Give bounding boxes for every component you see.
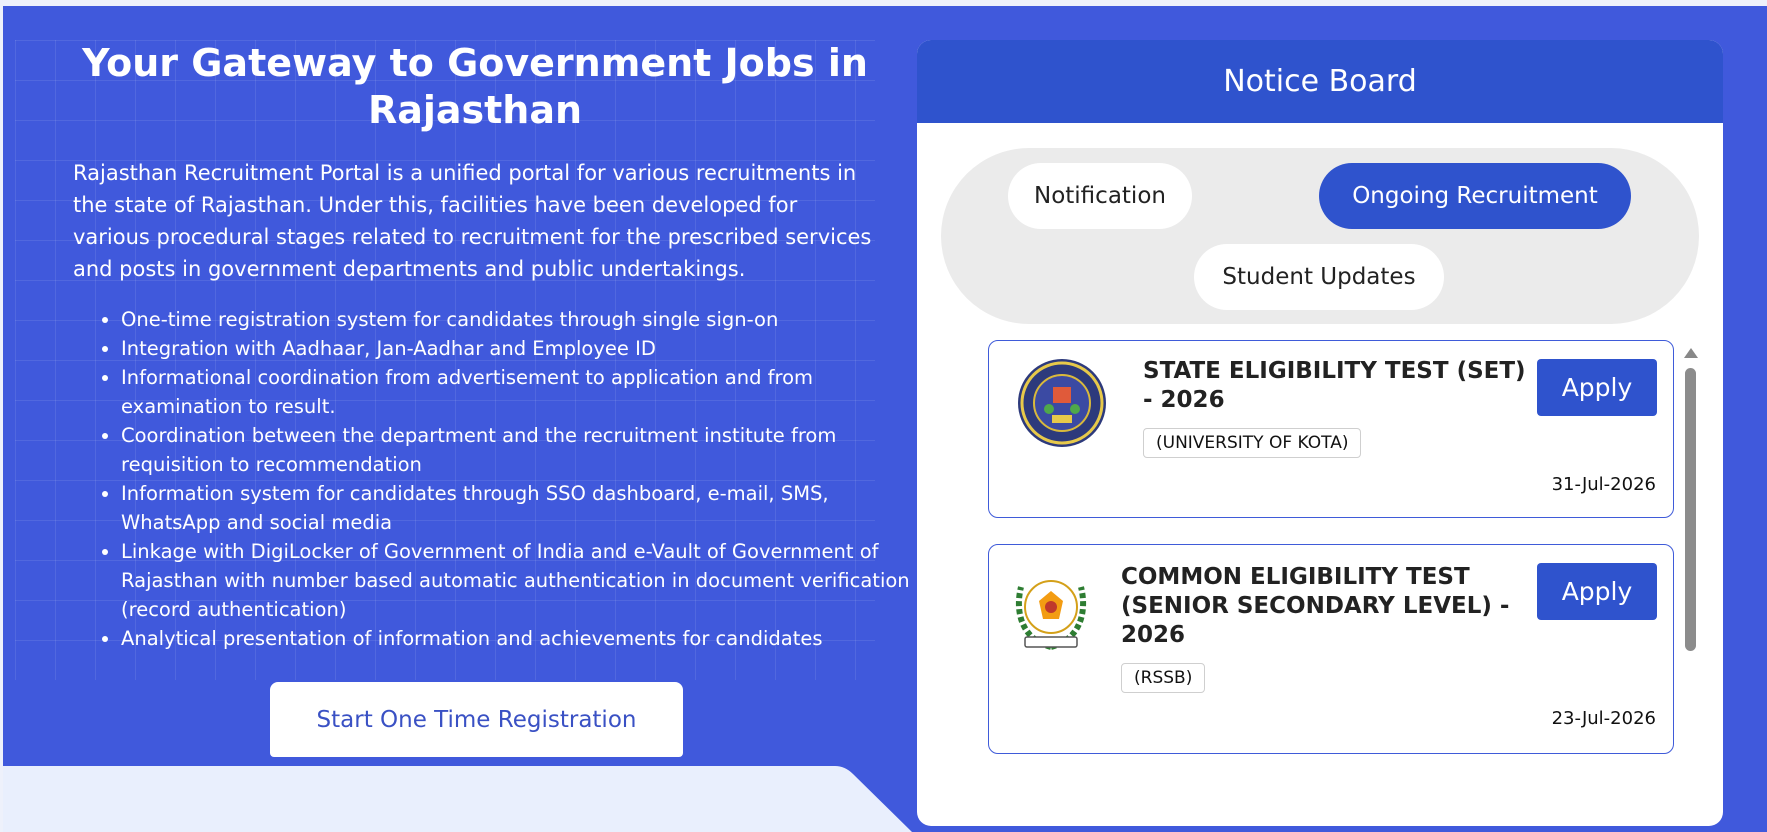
university-of-kota-seal-icon bbox=[1018, 359, 1106, 447]
feature-item: Informational coordination from advertis… bbox=[121, 363, 911, 421]
feature-item: Coordination between the department and … bbox=[121, 421, 911, 479]
feature-item: Linkage with DigiLocker of Government of… bbox=[121, 537, 911, 624]
recruitment-list: STATE ELIGIBILITY TEST (SET) - 2026 (UNI… bbox=[917, 340, 1723, 826]
item-title: STATE ELIGIBILITY TEST (SET) - 2026 bbox=[1143, 358, 1526, 413]
apply-button[interactable]: Apply bbox=[1537, 359, 1657, 416]
feature-list: One-time registration system for candida… bbox=[93, 305, 911, 653]
feature-item: Information system for candidates throug… bbox=[121, 479, 911, 537]
scrollbar-thumb[interactable] bbox=[1685, 368, 1696, 651]
list-item: STATE ELIGIBILITY TEST (SET) - 2026 (UNI… bbox=[988, 340, 1674, 518]
item-title: COMMON ELIGIBILITY TEST (SENIOR SECONDAR… bbox=[1121, 564, 1510, 648]
scroll-up-arrow-icon[interactable] bbox=[1684, 348, 1698, 358]
rssb-emblem-icon bbox=[1015, 580, 1087, 650]
feature-item: Integration with Aadhaar, Jan-Aadhar and… bbox=[121, 334, 911, 363]
notice-board-title: Notice Board bbox=[917, 40, 1723, 123]
tab-ongoing-recruitment[interactable]: Ongoing Recruitment bbox=[1319, 163, 1631, 229]
scrollbar[interactable] bbox=[1682, 340, 1698, 826]
tab-student-updates[interactable]: Student Updates bbox=[1194, 244, 1444, 310]
notice-tabs: Notification Ongoing Recruitment Student… bbox=[941, 148, 1699, 324]
apply-button[interactable]: Apply bbox=[1537, 563, 1657, 620]
feature-item: Analytical presentation of information a… bbox=[121, 624, 911, 653]
org-tag: (RSSB) bbox=[1121, 663, 1206, 693]
feature-item: One-time registration system for candida… bbox=[121, 305, 911, 334]
hero-title: Your Gateway to Government Jobs in Rajas… bbox=[82, 41, 868, 132]
start-registration-button[interactable]: Start One Time Registration bbox=[270, 682, 683, 757]
notice-board: Notice Board Notification Ongoing Recrui… bbox=[917, 40, 1723, 826]
tab-notification[interactable]: Notification bbox=[1008, 163, 1192, 229]
item-date: 23-Jul-2026 bbox=[1551, 708, 1656, 729]
list-item: COMMON ELIGIBILITY TEST (SENIOR SECONDAR… bbox=[988, 544, 1674, 754]
hero-intro: Rajasthan Recruitment Portal is a unifie… bbox=[73, 161, 872, 281]
item-date: 31-Jul-2026 bbox=[1551, 474, 1656, 495]
org-tag: (UNIVERSITY OF KOTA) bbox=[1143, 428, 1362, 458]
